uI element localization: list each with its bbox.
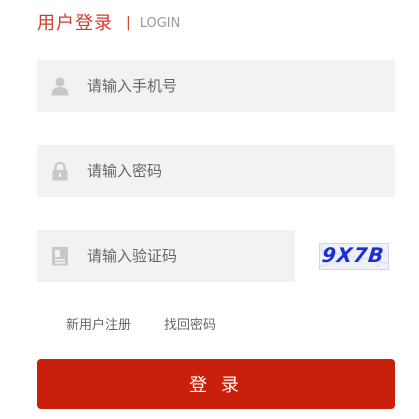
password-input[interactable] — [87, 162, 327, 180]
login-header: 用户登录 | LOGIN — [37, 8, 180, 36]
lock-icon — [50, 161, 70, 181]
page-title: 用户登录 — [37, 13, 113, 34]
password-field[interactable] — [37, 145, 395, 197]
title-separator: | — [126, 15, 131, 31]
user-icon — [50, 76, 70, 96]
register-link[interactable]: 新用户注册 — [66, 314, 131, 333]
captcha-field[interactable] — [37, 230, 295, 282]
login-page: 用户登录 | LOGIN 请输入手机号 请输入验证码 9X7B 新用户注册 找回… — [0, 0, 419, 419]
phone-input[interactable] — [87, 77, 327, 95]
captcha-image[interactable]: 9X7B — [319, 243, 389, 270]
page-subtitle: LOGIN — [139, 15, 181, 31]
login-button[interactable]: 登 录 — [37, 359, 395, 409]
auth-links: 新用户注册 找回密码 — [66, 314, 216, 333]
forgot-password-link[interactable]: 找回密码 — [164, 314, 216, 333]
phone-field[interactable] — [37, 60, 395, 112]
captcha-input[interactable] — [87, 247, 295, 265]
captcha-code: 9X7B — [320, 243, 386, 267]
captcha-card-icon — [50, 246, 70, 266]
